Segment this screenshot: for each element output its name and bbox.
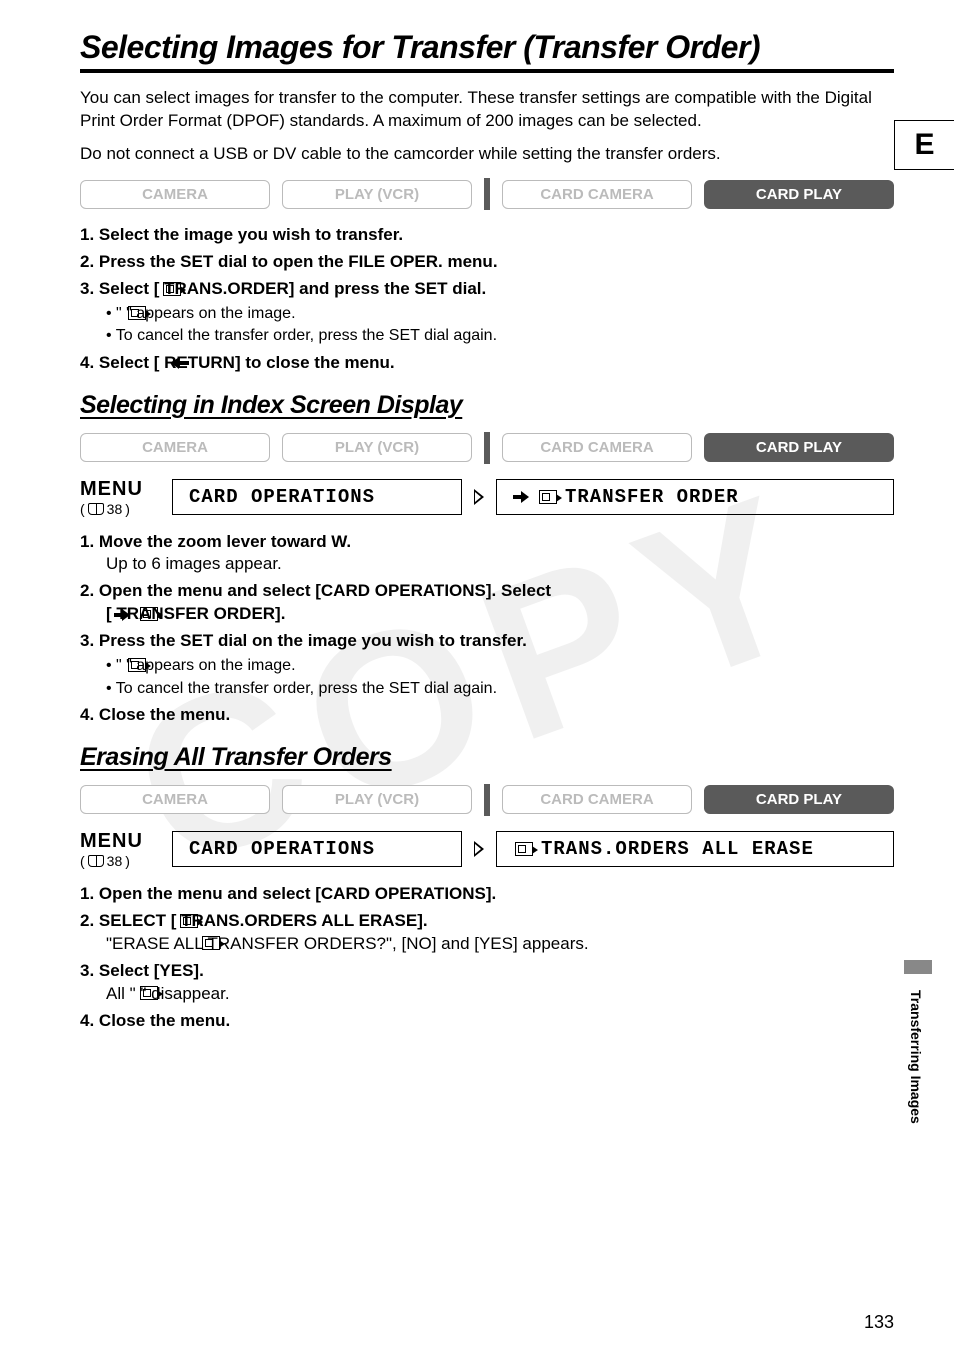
step: Close the menu. [80,1010,894,1033]
mode-card-camera: CARD CAMERA [502,180,692,209]
step: Press the SET dial on the image you wish… [80,630,894,700]
menu-item-text: TRANS.ORDERS ALL ERASE [541,838,814,860]
menu-title: MENU [80,478,162,501]
section1-steps: Select the image you wish to transfer. P… [80,224,894,375]
mode-card-camera: CARD CAMERA [502,433,692,462]
arrow-left-icon [171,357,189,369]
arrow-right-icon [114,609,132,621]
step: Select [YES]. All " " disappear. [80,960,894,1006]
mode-separator [484,432,490,464]
menu-item-box: CARD OPERATIONS [172,831,462,867]
step: Select the image you wish to transfer. [80,224,894,247]
step: Select [ TRANS.ORDER] and press the SET … [80,278,894,348]
step-text: Select [ TRANS.ORDER] and press the SET … [99,279,486,298]
page-content: Selecting Images for Transfer (Transfer … [0,0,954,1065]
menu-label: MENU ( 38) [80,830,162,869]
menu-label: MENU ( 38) [80,478,162,517]
step-subtext: All " " disappear. [106,983,894,1006]
menu-item-box: TRANSFER ORDER [496,479,894,515]
step-subtext: "ERASE ALL TRANSFER ORDERS?", [NO] and [… [106,933,894,956]
mode-selector-row: CAMERA PLAY (VCR) CARD CAMERA CARD PLAY [80,432,894,464]
transfer-icon [163,282,181,296]
step: Press the SET dial to open the FILE OPER… [80,251,894,274]
ref-number: 38 [107,853,123,869]
chevron-right-icon [474,489,484,505]
transfer-icon [180,914,198,928]
transfer-icon [128,658,146,672]
arrow-right-icon [513,491,531,503]
step-text: Select [YES]. [99,961,204,980]
mode-play-vcr: PLAY (VCR) [282,180,472,209]
mode-play-vcr: PLAY (VCR) [282,433,472,462]
step: Open the menu and select [CARD OPERATION… [80,883,894,906]
step-subtext: Up to 6 images appear. [106,553,894,576]
mode-selector-row: CAMERA PLAY (VCR) CARD CAMERA CARD PLAY [80,784,894,816]
mode-separator [484,784,490,816]
transfer-icon [140,607,158,621]
transfer-icon [202,936,220,950]
step-text: [ TRANSFER ORDER]. [106,604,285,623]
ref-number: 38 [107,501,123,517]
step: SELECT [ TRANS.ORDERS ALL ERASE]. "ERASE… [80,910,894,956]
step-text: Press the SET dial on the image you wish… [99,631,527,650]
mode-card-play: CARD PLAY [704,433,894,462]
section-heading: Erasing All Transfer Orders [80,743,894,772]
transfer-icon [128,306,146,320]
intro-paragraph-1: You can select images for transfer to th… [80,87,894,133]
bullet: " " appears on the image. [106,303,894,325]
bullet: " " appears on the image. [106,655,894,677]
intro-paragraph-2: Do not connect a USB or DV cable to the … [80,143,894,166]
menu-page-ref: ( 38) [80,853,162,869]
mode-camera: CAMERA [80,433,270,462]
menu-title: MENU [80,830,162,853]
mode-play-vcr: PLAY (VCR) [282,785,472,814]
transfer-icon [515,842,533,856]
transfer-icon [140,986,158,1000]
menu-item-text: TRANSFER ORDER [565,486,739,508]
section2-steps: Move the zoom lever toward W. Up to 6 im… [80,531,894,727]
book-icon [88,503,104,515]
subtext: "ERASE ALL TRANSFER ORDERS?", [NO] and [… [106,934,589,953]
mode-camera: CAMERA [80,180,270,209]
section-heading: Selecting in Index Screen Display [80,391,894,420]
menu-item-box: CARD OPERATIONS [172,479,462,515]
step: Select [ RETURN] to close the menu. [80,352,894,375]
mode-card-play: CARD PLAY [704,785,894,814]
mode-camera: CAMERA [80,785,270,814]
bullet: To cancel the transfer order, press the … [106,325,894,347]
menu-item-box: TRANS.ORDERS ALL ERASE [496,831,894,867]
step-text: Select [ RETURN] to close the menu. [99,353,395,372]
step-text: Move the zoom lever toward W. [99,532,351,551]
chevron-right-icon [474,841,484,857]
menu-path-row: MENU ( 38) CARD OPERATIONS TRANS.ORDERS … [80,830,894,869]
menu-path-row: MENU ( 38) CARD OPERATIONS TRANSFER ORDE… [80,478,894,517]
bullet: To cancel the transfer order, press the … [106,678,894,700]
mode-selector-row: CAMERA PLAY (VCR) CARD CAMERA CARD PLAY [80,178,894,210]
mode-separator [484,178,490,210]
step: Move the zoom lever toward W. Up to 6 im… [80,531,894,577]
section3-steps: Open the menu and select [CARD OPERATION… [80,883,894,1033]
page-title: Selecting Images for Transfer (Transfer … [80,30,894,73]
step: Close the menu. [80,704,894,727]
mode-card-play: CARD PLAY [704,180,894,209]
step-text: SELECT [ TRANS.ORDERS ALL ERASE]. [99,911,428,930]
book-icon [88,855,104,867]
subtext: All " " disappear. [106,984,230,1003]
mode-card-camera: CARD CAMERA [502,785,692,814]
step: Open the menu and select [CARD OPERATION… [80,580,894,626]
page-number: 133 [864,1312,894,1333]
transfer-icon [539,490,557,504]
menu-page-ref: ( 38) [80,501,162,517]
step-text: Open the menu and select [CARD OPERATION… [99,581,551,600]
